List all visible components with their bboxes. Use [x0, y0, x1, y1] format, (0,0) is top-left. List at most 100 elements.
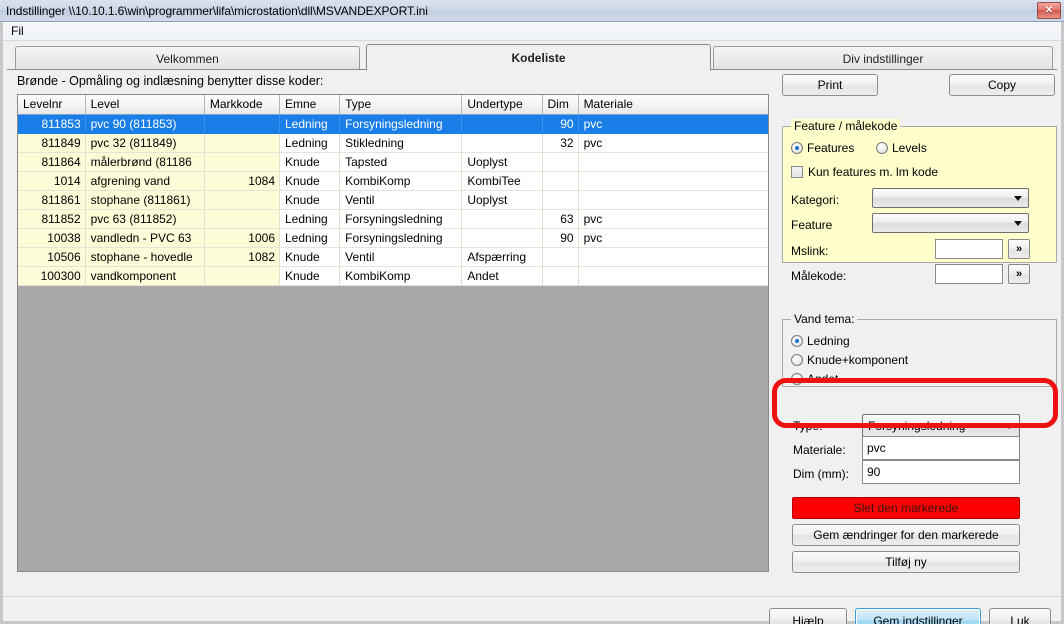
table-row[interactable]: 811852 pvc 63 (811852) Ledning Forsyningsle… [18, 209, 768, 229]
table-cell-undertype: Andet [461, 266, 543, 286]
chevron-down-icon [1005, 423, 1013, 429]
table-cell-levelnr: 811852 [18, 209, 86, 229]
table-cell-markkode [204, 152, 281, 172]
table-cell-undertype: KombiTee [461, 171, 543, 191]
table-cell-emne: Knude [279, 171, 341, 191]
table-cell-emne: Knude [279, 266, 341, 286]
tab-velkommen[interactable]: Velkommen [15, 46, 360, 70]
delete-marked-button[interactable]: Slet den markerede [792, 497, 1020, 519]
malekode-input[interactable] [935, 264, 1003, 284]
table-cell-markkode [204, 209, 281, 229]
radio-levels[interactable]: Levels [876, 141, 927, 155]
materiale-input[interactable]: pvc [862, 436, 1020, 460]
table-filler-cell [18, 285, 86, 571]
dim-input[interactable]: 90 [862, 460, 1020, 484]
table-cell-type: KombiKomp [339, 266, 463, 286]
table-cell-level: pvc 63 (811852) [85, 209, 205, 229]
table-cell-materiale: pvc [578, 228, 768, 248]
table-cell-level: pvc 32 (811849) [85, 133, 205, 153]
table-cell-dim [542, 152, 579, 172]
dim-label: Dim (mm): [793, 467, 849, 481]
table-row[interactable]: 1014 afgrening vand 1084 Knude KombiKomp Komb… [18, 171, 768, 191]
table-header-row: Levelnr Level Markkode Emne Type Underty… [18, 95, 768, 115]
table-cell-markkode [204, 114, 281, 134]
column-header-markkode[interactable]: Markkode [204, 95, 281, 115]
kategori-dropdown[interactable] [872, 188, 1029, 208]
table-row[interactable]: 100300 vandkomponent Knude KombiKomp Andet [18, 266, 768, 286]
dim-value: 90 [867, 465, 881, 479]
column-header-level[interactable]: Level [85, 95, 205, 115]
radio-dot-icon [791, 354, 803, 366]
help-button[interactable]: Hjælp [769, 608, 847, 624]
table-cell-levelnr: 1014 [18, 171, 86, 191]
table-row[interactable]: 811849 pvc 32 (811849) Ledning Stikledning 3… [18, 133, 768, 153]
vand-tema-group: Vand tema: Ledning Knude+komponent Andet… [782, 312, 1057, 387]
tab-div-indstillinger[interactable]: Div indstillinger [713, 46, 1053, 70]
table-cell-markkode [204, 190, 281, 210]
column-header-undertype[interactable]: Undertype [461, 95, 543, 115]
feature-malekode-group: Feature / målekode Features Levels Kun f… [782, 119, 1057, 284]
save-settings-button[interactable]: Gem indstillinger [855, 608, 981, 624]
table-cell-materiale [578, 190, 768, 210]
tab-strip: Velkommen Kodeliste Div indstillinger [7, 44, 1057, 71]
column-header-type[interactable]: Type [339, 95, 463, 115]
title-bar: Indstillinger \\10.10.1.6\win\programmer… [0, 0, 1064, 22]
table-cell-emne: Knude [279, 190, 341, 210]
close-button[interactable]: Luk [989, 608, 1051, 624]
close-icon[interactable]: ✕ [1037, 2, 1061, 19]
malekode-label: Målekode: [791, 269, 847, 283]
column-header-levelnr[interactable]: Levelnr [18, 95, 86, 115]
menu-item-fil[interactable]: Fil [3, 23, 32, 40]
table-filler-row [18, 285, 768, 571]
radio-features[interactable]: Features [791, 141, 854, 155]
radio-features-label: Features [807, 141, 855, 155]
table-filler-cell [85, 285, 205, 571]
table-cell-undertype [461, 228, 543, 248]
table-row[interactable]: 10506 stophane - hovedle 1082 Knude Ventil Af… [18, 247, 768, 267]
table-row[interactable]: 10038 vandledn - PVC 63 1006 Ledning Forsyni… [18, 228, 768, 248]
table-filler-cell [578, 285, 768, 571]
table-row[interactable]: 811853 pvc 90 (811853) Ledning Forsyningsle… [18, 114, 768, 134]
table-cell-dim: 90 [542, 114, 579, 134]
table-cell-levelnr: 811861 [18, 190, 86, 210]
table-cell-undertype: Afspærring [461, 247, 543, 267]
tab-kodeliste[interactable]: Kodeliste [366, 44, 711, 71]
table-row[interactable]: 811861 stophane (811861) Knude Ventil Uoplys… [18, 190, 768, 210]
column-header-emne[interactable]: Emne [279, 95, 341, 115]
table-cell-levelnr: 100300 [18, 266, 86, 286]
table-cell-emne: Knude [279, 152, 341, 172]
copy-button[interactable]: Copy [949, 74, 1055, 96]
type-dropdown[interactable]: Forsyningsledning [862, 414, 1020, 437]
mslink-browse-button[interactable]: » [1008, 239, 1030, 259]
table-cell-undertype: Uoplyst [461, 190, 543, 210]
print-button[interactable]: Print [782, 74, 878, 96]
settings-pane: Print Copy Feature / målekode Features L… [777, 74, 1059, 574]
radio-dot-icon [791, 373, 803, 385]
codelist-grid-container[interactable]: Levelnr Level Markkode Emne Type Underty… [17, 94, 769, 572]
radio-dot-icon [791, 335, 803, 347]
table-cell-undertype [461, 209, 543, 229]
add-new-button[interactable]: Tilføj ny [792, 551, 1020, 573]
column-header-dim[interactable]: Dim [542, 95, 579, 115]
table-row[interactable]: 811864 målerbrønd (81186 Knude Tapsted Uoply… [18, 152, 768, 172]
radio-andet[interactable]: Andet.. [791, 372, 845, 386]
column-header-materiale[interactable]: Materiale [578, 95, 768, 115]
table-cell-type: Forsyningsledning [339, 228, 463, 248]
radio-levels-label: Levels [892, 141, 927, 155]
feature-dropdown[interactable] [872, 213, 1029, 233]
table-cell-materiale: pvc [578, 114, 768, 134]
table-cell-level: pvc 90 (811853) [85, 114, 205, 134]
table-cell-dim: 63 [542, 209, 579, 229]
malekode-browse-button[interactable]: » [1008, 264, 1030, 284]
table-cell-markkode [204, 266, 281, 286]
save-marked-button[interactable]: Gem ændringer for den markerede [792, 524, 1020, 546]
table-cell-type: Tapsted [339, 152, 463, 172]
chevron-down-icon [1014, 221, 1022, 226]
radio-ledning[interactable]: Ledning [791, 334, 850, 348]
materiale-value: pvc [867, 441, 886, 455]
checkbox-kun-features-lm-kode[interactable]: Kun features m. lm kode [791, 165, 938, 179]
type-value: Forsyningsledning [868, 418, 966, 433]
radio-knude-komponent[interactable]: Knude+komponent [791, 353, 908, 367]
mslink-input[interactable] [935, 239, 1003, 259]
table-cell-markkode: 1082 [204, 247, 281, 267]
